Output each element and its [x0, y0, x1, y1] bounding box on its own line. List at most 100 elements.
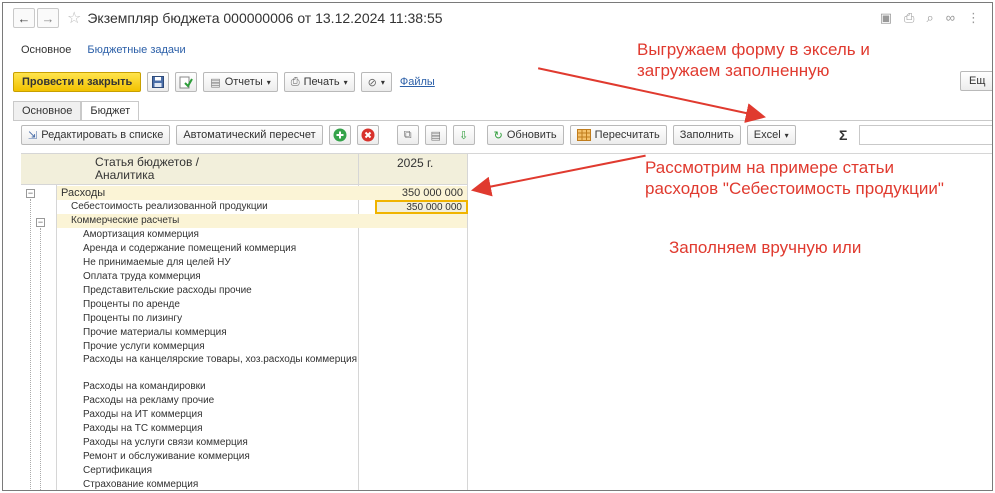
row-article-name: Сертификация — [83, 465, 152, 476]
table-row[interactable]: Ремонт и обслуживание коммерция — [57, 450, 467, 464]
table-row[interactable]: Раходы на ТС коммерция — [57, 422, 467, 436]
chevron-down-icon: ▾ — [380, 77, 385, 87]
attachments-dropdown[interactable]: ⊘ ▾ — [360, 72, 392, 92]
reports-dropdown[interactable]: ▤ Отчеты ▾ — [203, 72, 278, 92]
row-article-name: Проценты по аренде — [83, 299, 180, 310]
table-row[interactable]: Оплата труда коммерция — [57, 270, 467, 284]
table-row[interactable]: Расходы на командировки — [57, 380, 467, 394]
save-button[interactable] — [147, 72, 170, 92]
annotation-export-excel-line1: Выгружаем форму в эксель и — [637, 40, 870, 59]
command-bar: Провести и закрыть ▤ Отчеты ▾ ⎙ Печать ▾… — [13, 71, 435, 93]
row-article-name: Расходы на канцелярские товары, хоз.расх… — [83, 354, 358, 365]
floppy-icon — [152, 76, 165, 88]
section-tab-main[interactable]: Основное — [13, 44, 79, 56]
section-tabs: Основное Бюджетные задачи — [3, 39, 194, 61]
table-row[interactable]: Себестоимость реализованной продукции 350… — [57, 200, 468, 214]
table-row[interactable]: Страхование коммерция — [57, 478, 467, 490]
save-icon[interactable]: ▣ — [880, 10, 892, 26]
table-row[interactable]: Аренда и содержание помещений коммерция — [57, 242, 467, 256]
chevron-down-icon: ▾ — [266, 77, 271, 87]
search-input[interactable] — [859, 125, 992, 145]
row-value: 350 000 000 — [406, 202, 462, 213]
paperclip-icon: ⊘ — [367, 76, 377, 89]
window-icons: ▣ ⎙ ⌕ ∞ ⋮ — [880, 10, 980, 26]
table-row[interactable]: Раходы на ИТ коммерция — [57, 408, 467, 422]
table-row[interactable]: Проценты по лизингу — [57, 312, 467, 326]
paste-button[interactable]: ▤ — [424, 125, 447, 145]
fill-down-button[interactable]: ⇩ — [452, 125, 475, 145]
row-article-name: Коммерческие расчеты — [71, 215, 180, 226]
column-header-article-line2: Аналитика — [95, 168, 155, 182]
sum-icon[interactable]: Σ — [839, 127, 847, 143]
auto-recalc-button[interactable]: Автоматический пересчет — [176, 125, 323, 145]
table-row[interactable]: Проценты по аренде — [57, 298, 467, 312]
reports-icon: ▤ — [210, 76, 221, 89]
refresh-button[interactable]: ↻ Обновить — [486, 125, 564, 145]
table-grid-icon — [576, 129, 591, 141]
column-header-article[interactable]: Статья бюджетов / Аналитика — [95, 156, 199, 182]
collapse-toggle-icon[interactable]: − — [26, 189, 35, 198]
fill-button[interactable]: Заполнить — [672, 125, 741, 145]
post-and-close-button[interactable]: Провести и закрыть — [13, 72, 142, 92]
delete-row-button[interactable] — [356, 125, 379, 145]
annotation-example-article: Рассмотрим на примере статьи расходов "С… — [645, 157, 944, 199]
row-article-name: Расходы — [61, 187, 106, 199]
tree-gutter — [21, 154, 57, 490]
back-button[interactable]: ← — [13, 8, 35, 28]
edit-in-list-button[interactable]: ⇲ Редактировать в списке — [21, 125, 171, 145]
print-dropdown[interactable]: ⎙ Печать ▾ — [283, 72, 355, 92]
table-row[interactable]: Представительские расходы прочие — [57, 284, 467, 298]
more-button[interactable]: Ещ — [960, 71, 992, 91]
row-article-name: Не принимаемые для целей НУ — [83, 257, 231, 268]
row-article-name: Проценты по лизингу — [83, 313, 183, 324]
print-label: Печать — [303, 76, 340, 88]
table-row[interactable]: Раходы на услуги связи коммерция — [57, 436, 467, 450]
copy-button[interactable]: ⧉ — [396, 125, 419, 145]
row-article-name: Раходы на ИТ коммерция — [83, 409, 203, 420]
table-row[interactable]: Не принимаемые для целей НУ — [57, 256, 467, 270]
forward-button[interactable]: → — [37, 8, 59, 28]
collapse-toggle-icon[interactable]: − — [36, 218, 45, 227]
annotation-export-excel: Выгружаем форму в эксель и загружаем зап… — [637, 39, 870, 81]
title-bar: ← → ☆ Экземпляр бюджета 000000006 от 13.… — [3, 3, 992, 33]
add-row-button[interactable] — [328, 125, 351, 145]
budget-grid: Статья бюджетов / Аналитика 2025 г. − − … — [21, 153, 992, 490]
annotation-example-article-line2: расходов "Себестоимость продукции" — [645, 179, 944, 198]
files-link[interactable]: Файлы — [400, 76, 435, 88]
table-row[interactable]: Амортизация коммерция — [57, 228, 467, 242]
more-menu-icon[interactable]: ⋮ — [967, 10, 980, 26]
annotation-export-excel-line2: загружаем заполненную — [637, 61, 830, 80]
form-tabs: Основное Бюджет — [13, 101, 140, 121]
tab-budget[interactable]: Бюджет — [81, 101, 140, 121]
row-article-name: Раходы на ТС коммерция — [83, 423, 203, 434]
print-icon[interactable]: ⎙ — [904, 10, 914, 26]
selected-value-cell[interactable]: 350 000 000 — [375, 200, 468, 214]
post-document-icon — [179, 76, 194, 88]
excel-dropdown[interactable]: Excel ▾ — [746, 125, 796, 145]
search-icon[interactable]: ⌕ — [926, 10, 933, 26]
link-icon[interactable]: ∞ — [946, 10, 955, 26]
row-article-name: Оплата труда коммерция — [83, 271, 201, 282]
recalculate-button[interactable]: Пересчитать — [569, 125, 667, 145]
table-row[interactable]: Коммерческие расчеты — [57, 214, 467, 228]
grid-header: Статья бюджетов / Аналитика 2025 г. — [57, 154, 467, 185]
table-row[interactable]: Прочие услуги коммерция — [57, 340, 467, 354]
table-row[interactable]: Расходы 350 000 000 — [57, 186, 467, 200]
edit-list-icon: ⇲ — [28, 129, 38, 142]
table-row[interactable]: Расходы на канцелярские товары, хоз.расх… — [57, 354, 467, 380]
favorite-star-icon[interactable]: ☆ — [67, 8, 81, 28]
table-row[interactable]: Прочие материалы коммерция — [57, 326, 467, 340]
printer-icon: ⎙ — [290, 75, 300, 88]
document-window: ← → ☆ Экземпляр бюджета 000000006 от 13.… — [2, 2, 993, 491]
delete-circle-icon — [361, 128, 375, 142]
table-row[interactable]: Расходы на рекламу прочие — [57, 394, 467, 408]
table-row[interactable]: Сертификация — [57, 464, 467, 478]
reports-label: Отчеты — [224, 76, 263, 88]
post-button[interactable] — [175, 72, 198, 92]
excel-label: Excel — [753, 129, 781, 141]
section-tab-budget-tasks[interactable]: Бюджетные задачи — [79, 44, 193, 56]
tree-line — [30, 199, 31, 490]
recalculate-label: Пересчитать — [594, 129, 660, 141]
tab-main[interactable]: Основное — [13, 101, 82, 121]
column-header-year[interactable]: 2025 г. — [397, 156, 433, 170]
